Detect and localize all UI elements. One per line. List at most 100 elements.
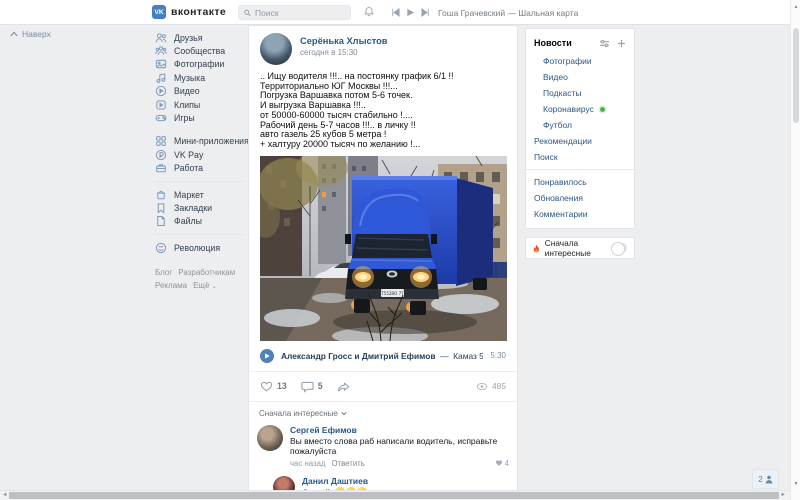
news-item-football[interactable]: Футбол xyxy=(526,117,634,133)
communities-icon xyxy=(155,46,167,55)
scroll-up-arrow[interactable]: ▲ xyxy=(791,4,800,10)
sidebar-item-games[interactable]: Игры xyxy=(155,111,251,124)
vertical-scrollbar[interactable]: ▲ ▼ xyxy=(790,0,800,500)
music-icon xyxy=(156,73,166,83)
scroll-down-arrow[interactable]: ▼ xyxy=(791,481,800,487)
heart-icon xyxy=(260,381,273,392)
footer-link-ads[interactable]: Реклама xyxy=(155,281,187,290)
commenter-avatar[interactable] xyxy=(257,424,283,451)
comment-icon xyxy=(301,381,314,393)
vertical-scroll-thumb[interactable] xyxy=(793,28,799,123)
filter-sliders-icon[interactable] xyxy=(599,39,610,48)
file-icon xyxy=(157,216,165,227)
post-author-avatar[interactable] xyxy=(260,33,292,65)
heart-icon xyxy=(495,460,502,466)
post-date[interactable]: сегодня в 15:30 xyxy=(300,48,388,57)
scroll-left-arrow[interactable]: ◄ xyxy=(2,492,7,498)
search-box[interactable] xyxy=(238,5,351,20)
miniapps-icon xyxy=(156,136,166,147)
horizontal-scroll-thumb[interactable] xyxy=(9,492,779,499)
sidebar-item-music[interactable]: Музыка xyxy=(155,71,251,84)
shopping-bag-icon xyxy=(157,190,165,199)
audio-play-icon[interactable] xyxy=(260,348,274,363)
chevron-up-icon xyxy=(10,31,18,37)
comment-reply-link[interactable]: Ответить xyxy=(331,459,364,468)
vk-wordmark[interactable]: вконтакте xyxy=(171,6,226,18)
post-views: 485 xyxy=(476,381,506,391)
sidebar-item-video[interactable]: Видео xyxy=(155,85,251,98)
comments-sort-dropdown[interactable]: Сначала интересные xyxy=(259,409,509,418)
sidebar-item-vkpay[interactable]: VK Pay xyxy=(155,148,251,161)
menu-item-comments[interactable]: Комментарии xyxy=(526,206,634,222)
post-text: .. Ищу водителя !!!.. на постоянку графи… xyxy=(260,71,454,149)
interesting-first-label: Сначала интересные xyxy=(544,238,591,258)
news-item-photos[interactable]: Фотографии xyxy=(526,53,634,69)
commenter-name[interactable]: Сергей Ефимов xyxy=(290,425,509,435)
views-eye-icon xyxy=(476,382,488,390)
vk-logo[interactable]: VK xyxy=(152,5,166,19)
share-arrow-icon xyxy=(337,382,349,392)
horizontal-scrollbar[interactable]: ◄ ► xyxy=(0,490,790,500)
footer-link-developers[interactable]: Разработчикам xyxy=(178,268,235,277)
sidebar-item-photos[interactable]: Фотографии xyxy=(155,58,251,71)
top-bar: VK вконтакте Гоша Грачевский — Шальная к… xyxy=(0,0,800,25)
comment-like-count[interactable]: 4 xyxy=(495,459,509,468)
interesting-first-toggle[interactable] xyxy=(611,242,627,256)
back-to-top-link[interactable]: Наверх xyxy=(10,29,51,39)
sidebar-item-jobs[interactable]: Работа xyxy=(155,162,251,175)
bookmark-icon xyxy=(157,203,165,214)
player-next-icon[interactable] xyxy=(421,8,430,17)
like-button[interactable]: 13 xyxy=(260,380,287,393)
games-icon xyxy=(155,115,167,122)
player-prev-icon[interactable] xyxy=(391,8,400,17)
online-friends-widget[interactable]: 2 xyxy=(752,469,779,489)
audio-attachment[interactable]: Александр Гросс и Дмитрий Ефимов — Камаз… xyxy=(249,341,517,371)
post-card: Серёнька Хлыстов сегодня в 15:30 .. Ищу … xyxy=(248,25,518,500)
fire-icon xyxy=(533,244,539,252)
news-item-coronavirus[interactable]: Коронавирус xyxy=(526,101,634,117)
search-icon xyxy=(244,9,251,16)
share-button[interactable] xyxy=(337,380,350,393)
sidebar-item-files[interactable]: Файлы xyxy=(155,215,251,228)
photos-icon xyxy=(155,60,167,69)
menu-item-recommendations[interactable]: Рекомендации xyxy=(526,133,634,149)
news-menu-card: Новости Фотографии Видео Подкасты Корона… xyxy=(525,28,635,229)
sidebar-item-bookmarks[interactable]: Закладки xyxy=(155,201,251,214)
notifications-bell-icon[interactable] xyxy=(363,6,375,18)
left-sidebar: Друзья Сообщества Фотографии Музыка Виде… xyxy=(155,31,251,294)
news-menu-title[interactable]: Новости xyxy=(534,38,572,48)
comment-time: час назад xyxy=(290,458,326,468)
news-item-video[interactable]: Видео xyxy=(526,69,634,85)
right-sidebar: Новости Фотографии Видео Подкасты Корона… xyxy=(525,28,635,259)
player-play-icon[interactable] xyxy=(406,8,415,17)
comment-button[interactable]: 5 xyxy=(301,380,323,393)
post-author-name[interactable]: Серёнька Хлыстов xyxy=(300,33,388,46)
search-input[interactable] xyxy=(255,7,345,18)
plus-icon[interactable] xyxy=(617,39,626,48)
comments-section: Сначала интересные Сергей Ефимов Вы вмес… xyxy=(249,400,517,500)
gamepad-icon xyxy=(155,242,167,253)
sidebar-item-friends[interactable]: Друзья xyxy=(155,31,251,44)
menu-item-liked[interactable]: Понравилось xyxy=(526,174,634,190)
post-header: Серёнька Хлыстов сегодня в 15:30 xyxy=(249,26,517,69)
vk-page: VK вконтакте Гоша Грачевский — Шальная к… xyxy=(0,0,800,500)
sidebar-item-revolution-app[interactable]: Революция xyxy=(155,241,251,254)
comment-item: Сергей Ефимов Вы вместо слова раб написа… xyxy=(257,424,509,468)
footer-link-blog[interactable]: Блог xyxy=(155,268,172,277)
footer-link-more[interactable]: Ещё ⌄ xyxy=(193,281,217,290)
scroll-right-arrow[interactable]: ► xyxy=(781,492,786,498)
svg-text:Т552ВО 77: Т552ВО 77 xyxy=(380,291,404,296)
menu-item-search[interactable]: Поиск xyxy=(526,149,634,165)
sidebar-item-miniapps[interactable]: Мини-приложения xyxy=(155,135,251,148)
commenter-name[interactable]: Данил Даштиев xyxy=(302,476,509,486)
audio-duration: 5:30 xyxy=(490,351,506,361)
post-photo-truck[interactable]: Т552ВО 77 xyxy=(260,155,507,341)
video-icon xyxy=(155,86,167,97)
sidebar-item-market[interactable]: Маркет xyxy=(155,188,251,201)
post-actions: 13 5 485 xyxy=(249,370,517,401)
sidebar-item-clips[interactable]: Клипы xyxy=(155,98,251,111)
player-track-title[interactable]: Гоша Грачевский — Шальная карта xyxy=(438,8,578,18)
menu-item-updates[interactable]: Обновления xyxy=(526,190,634,206)
sidebar-item-communities[interactable]: Сообщества xyxy=(155,44,251,57)
news-item-podcasts[interactable]: Подкасты xyxy=(526,85,634,101)
